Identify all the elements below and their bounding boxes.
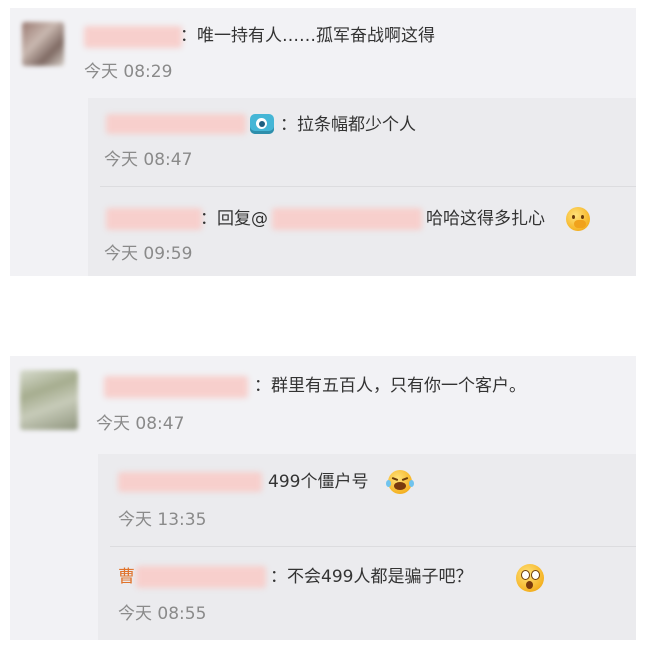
- reply-time-1-1: 今天 08:47: [104, 150, 193, 170]
- comment-card-1: ：唯一持有人……孤军奋战啊这得 今天 08:29 ：拉条幅都少个人 今天 08:…: [10, 8, 636, 276]
- commenter-avatar-1[interactable]: [22, 22, 64, 66]
- commenter-name-1[interactable]: [84, 26, 182, 48]
- reply-prefix-1-2: ：回复@: [200, 209, 268, 229]
- reply-list-2: 499个僵户号 今天 13:35 曹 ：不会499人都是骗子吧？ 今天 08:5…: [98, 454, 636, 640]
- reply-text-1-2: 哈哈这得多扎心: [426, 209, 545, 229]
- commenter-name-2[interactable]: [104, 376, 248, 398]
- reply-divider: [100, 186, 636, 187]
- comment-text-2: ：群里有五百人，只有你一个客户。: [254, 376, 526, 396]
- reply-time-2-2: 今天 08:55: [118, 604, 207, 624]
- reply-text-1-1: ：拉条幅都少个人: [280, 115, 416, 135]
- reply-user-name-1-1[interactable]: [106, 114, 246, 134]
- reply-user-name-2-2[interactable]: [136, 566, 266, 588]
- laughing-tears-emoji-icon: [386, 470, 414, 494]
- reply-user-name-2-1[interactable]: [118, 472, 262, 492]
- comment-time-1: 今天 08:29: [84, 62, 173, 82]
- hand-over-mouth-emoji-icon: [566, 207, 590, 231]
- reply-time-2-1: 今天 13:35: [118, 510, 207, 530]
- reply-user-name-1-2[interactable]: [106, 208, 202, 230]
- commenter-avatar-2[interactable]: [20, 370, 78, 430]
- shocked-face-emoji-icon: [516, 564, 544, 592]
- reply-list-1: ：拉条幅都少个人 今天 08:47 ：回复@ 哈哈这得多扎心 今天 09:59: [88, 98, 636, 276]
- camera-icon: [250, 114, 274, 134]
- comment-card-2: ：群里有五百人，只有你一个客户。 今天 08:47 499个僵户号 今天 13:…: [10, 356, 636, 640]
- mention-name-blurred[interactable]: [272, 208, 422, 230]
- comment-text-1: ：唯一持有人……孤军奋战啊这得: [180, 26, 435, 46]
- reply-divider: [110, 546, 636, 547]
- reply-text-2-1: 499个僵户号: [268, 472, 369, 492]
- comment-time-2: 今天 08:47: [96, 414, 185, 434]
- reply-text-2-2: ：不会499人都是骗子吧？: [270, 567, 473, 587]
- reply-prefix-2-2: 曹: [118, 567, 135, 587]
- reply-time-1-2: 今天 09:59: [104, 244, 193, 264]
